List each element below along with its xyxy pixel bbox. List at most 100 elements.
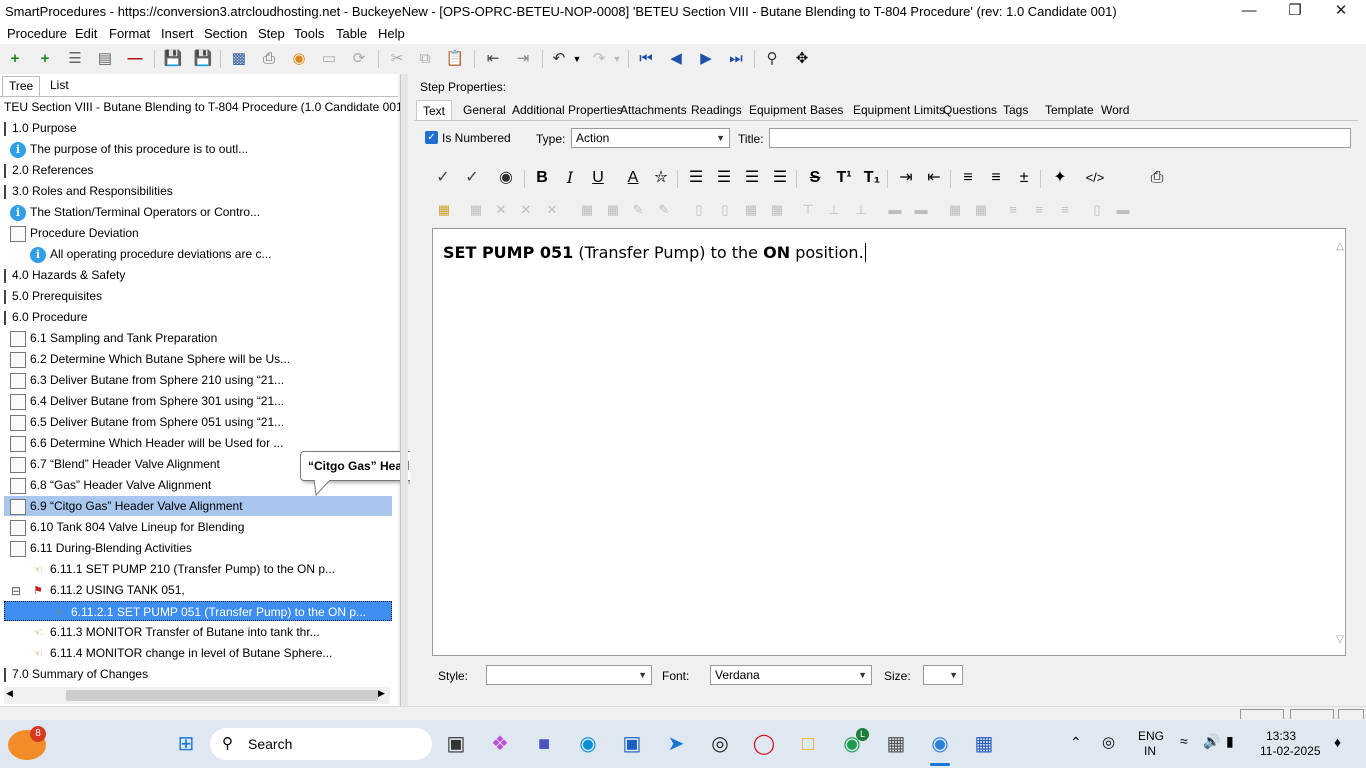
autofit-icon[interactable]: ≡ [1054, 199, 1076, 221]
strikethrough-icon[interactable]: S [803, 166, 827, 190]
tree-item[interactable]: ☜ 6.11.2.1 SET PUMP 051 (Transfer Pump) t… [4, 601, 392, 621]
tree-item[interactable]: 1.0 Purpose [4, 118, 77, 138]
tab-text[interactable]: Text [416, 100, 453, 120]
tab-questions[interactable]: Questions [937, 100, 1003, 120]
justify-icon[interactable]: ☰ [768, 166, 792, 190]
align-top-icon[interactable]: ⊤ [797, 199, 819, 221]
tree-item[interactable]: 6.11 During-Blending Activities [10, 538, 192, 558]
tree-item[interactable]: i The purpose of this procedure is to out… [10, 139, 248, 159]
tree-root[interactable]: TEU Section VIII - Butane Blending to T-… [4, 97, 407, 117]
add-child-icon[interactable]: + [34, 48, 56, 70]
spellcheck-as-you-type-icon[interactable]: ✓ [460, 166, 484, 190]
decrease-indent-icon[interactable]: ⇤ [922, 166, 946, 190]
opera-icon[interactable]: ◯ [748, 728, 780, 760]
find-icon[interactable]: ⚲ [761, 48, 783, 70]
print-icon[interactable]: ⎙ [258, 48, 280, 70]
task-view-icon[interactable]: ▣ [440, 728, 472, 760]
menu-tools[interactable]: Tools [294, 26, 324, 41]
wifi-icon[interactable]: ≈ [1180, 733, 1188, 749]
tree-item[interactable]: 6.9 “Citgo Gas” Header Valve Alignment [4, 496, 392, 516]
tree-item[interactable]: 6.0 Procedure [4, 307, 87, 327]
save-icon[interactable]: 💾 [192, 48, 214, 70]
align-right-icon[interactable]: ☰ [740, 166, 764, 190]
tree-item[interactable]: 6.4 Deliver Butane from Sphere 301 using… [10, 391, 284, 411]
highlight-color-icon[interactable]: ⛦ [649, 166, 673, 190]
tree-item[interactable]: 6.2 Determine Which Butane Sphere will b… [10, 349, 290, 369]
language-line1[interactable]: ENG [1138, 729, 1164, 743]
pane-splitter[interactable] [400, 74, 408, 706]
tree-item[interactable]: i The Station/Terminal Operators or Contr… [10, 202, 260, 222]
menu-procedure[interactable]: Procedure [7, 26, 67, 41]
tree-horizontal-scrollbar[interactable]: ◀ ▶ [4, 687, 390, 704]
remove-icon[interactable]: — [124, 48, 146, 70]
align-left-icon[interactable]: ☰ [684, 166, 708, 190]
dell-icon[interactable]: ◎ [704, 728, 736, 760]
tab-general[interactable]: General [457, 100, 512, 120]
subscript-icon[interactable]: T₁ [860, 166, 884, 190]
title-input[interactable] [769, 128, 1351, 148]
insert-column-left-icon[interactable]: ▯ [688, 199, 710, 221]
table-properties-icon[interactable]: ▦ [465, 199, 487, 221]
tree-item[interactable]: 6.5 Deliver Butane from Sphere 051 using… [10, 412, 284, 432]
redo-dropdown-icon[interactable]: ▼ [606, 48, 628, 70]
network-status-icon[interactable]: ◎ [1102, 733, 1115, 751]
preview-icon[interactable]: ▭ [318, 48, 340, 70]
undo-dropdown-icon[interactable]: ▼ [566, 48, 588, 70]
spellcheck-icon[interactable]: ✓ [431, 166, 455, 190]
distribute-rows-icon[interactable]: ≡ [1002, 199, 1024, 221]
step-text-editor[interactable]: SET PUMP 051 (Transfer Pump) to the ON p… [432, 228, 1346, 656]
edit-cell-icon[interactable]: ✎ [653, 199, 675, 221]
edge-icon[interactable]: ◉ [572, 728, 604, 760]
merge-cells-icon[interactable]: ▦ [740, 199, 762, 221]
indent-icon[interactable]: ⇥ [512, 48, 534, 70]
insert-column-right-icon[interactable]: ▯ [714, 199, 736, 221]
tree-item[interactable]: ⚑ 6.11.2 USING TANK 051, [30, 580, 185, 600]
font-dropdown[interactable]: Verdana ▼ [710, 665, 872, 685]
menu-table[interactable]: Table [336, 26, 367, 41]
cell-height-icon[interactable]: ▯ [1086, 199, 1108, 221]
size-dropdown[interactable]: ▼ [923, 665, 963, 685]
tab-readings[interactable]: Readings [685, 100, 748, 120]
delete-column-icon[interactable]: ✕ [541, 199, 563, 221]
italic-icon[interactable]: I [558, 166, 582, 190]
notifications-icon[interactable]: ♦ [1334, 734, 1341, 750]
bold-icon[interactable]: B [530, 166, 554, 190]
scroll-up-icon[interactable]: △ [1336, 241, 1344, 252]
tree-item[interactable]: ☜ 6.11.1 SET PUMP 210 (Transfer Pump) to … [30, 559, 335, 579]
resize-grip[interactable] [1338, 709, 1364, 719]
tab-equipment[interactable]: Equipment [743, 100, 812, 120]
clock-date[interactable]: 11-02-2025 [1260, 744, 1321, 758]
last-step-icon[interactable]: ⏭ [725, 48, 747, 70]
tree-item[interactable]: 6.7 “Blend” Header Valve Alignment [10, 454, 220, 474]
delete-table-icon[interactable]: ✕ [490, 199, 512, 221]
special-character-icon[interactable]: ◉ [494, 166, 518, 190]
scroll-left-icon[interactable]: ◀ [6, 688, 13, 699]
font-color-icon[interactable]: A [621, 166, 645, 190]
teams-icon[interactable]: ■ [528, 728, 560, 760]
increase-indent-icon[interactable]: ⇥ [894, 166, 918, 190]
split-row-icon[interactable]: ▦ [944, 199, 966, 221]
tab-additional-properties[interactable]: Additional Properties [506, 100, 629, 120]
tree-item[interactable]: 5.0 Prerequisites [4, 286, 102, 306]
cell-width-icon[interactable]: ▬ [1112, 199, 1134, 221]
tree-item[interactable]: ☜ 6.11.3 MONITOR Transfer of Butane into … [30, 622, 320, 642]
refresh-icon[interactable]: ⟳ [348, 48, 370, 70]
tab-word[interactable]: Word [1095, 100, 1135, 120]
align-center-icon[interactable]: ☰ [712, 166, 736, 190]
tab-bases[interactable]: Bases [804, 100, 849, 120]
minimize-button[interactable]: — [1226, 0, 1272, 24]
tab-equipment-limits[interactable]: Equipment Limits [847, 100, 951, 120]
align-bottom-icon[interactable]: ⊥ [850, 199, 872, 221]
collapse-toggle[interactable]: ⊟ [11, 584, 21, 598]
align-middle-icon[interactable]: ⊥ [823, 199, 845, 221]
distribute-columns-icon[interactable]: ≡ [1028, 199, 1050, 221]
shading-icon[interactable]: ▬ [910, 199, 932, 221]
language-line2[interactable]: IN [1144, 744, 1156, 758]
tree-item[interactable]: 2.0 References [4, 160, 93, 180]
tree-item[interactable]: 6.3 Deliver Butane from Sphere 210 using… [10, 370, 284, 390]
clock-time[interactable]: 13:33 [1266, 729, 1296, 743]
scroll-thumb[interactable] [66, 690, 378, 701]
smartprocedures-icon[interactable]: ◉ [924, 728, 956, 760]
move-icon[interactable]: ✥ [791, 48, 813, 70]
tree-item[interactable]: 3.0 Roles and Responsibilities [4, 181, 173, 201]
